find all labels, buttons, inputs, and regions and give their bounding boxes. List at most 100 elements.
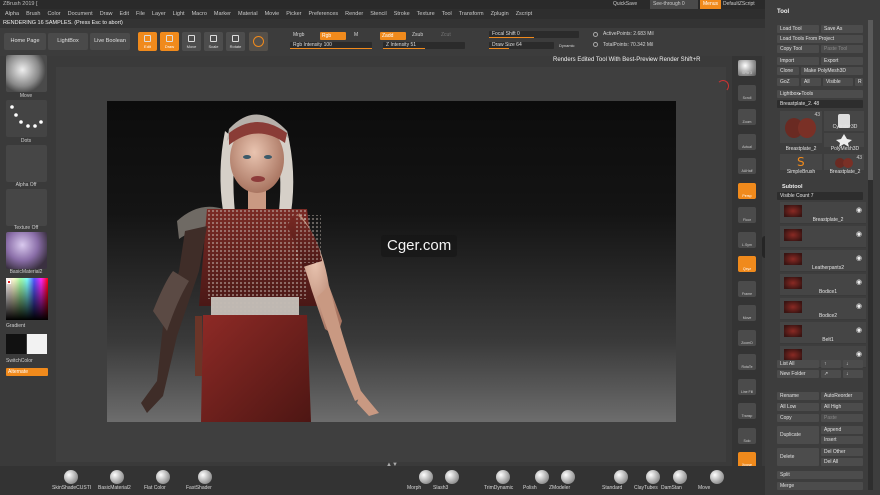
subtool-row[interactable]: ◉ bbox=[780, 226, 866, 248]
menu-layer[interactable]: Layer bbox=[152, 9, 166, 19]
lightbox-tools-button[interactable]: Lightbox▸Tools bbox=[777, 90, 863, 98]
shelf-damstan-label[interactable]: DamStan bbox=[661, 485, 682, 491]
lightbox-button[interactable]: LightBox bbox=[48, 33, 88, 50]
folder-arrow-button[interactable]: ↗ bbox=[821, 370, 841, 378]
insert-button[interactable]: Insert bbox=[821, 436, 863, 444]
all-low-button[interactable]: All Low bbox=[777, 403, 819, 411]
visibility-eye-icon[interactable]: ◉ bbox=[856, 302, 862, 310]
shelf-zmodeler-icon[interactable] bbox=[561, 470, 575, 484]
new-folder-button[interactable]: New Folder bbox=[777, 370, 819, 378]
dynamic-toggle[interactable]: Dynamic bbox=[559, 42, 575, 49]
document-viewport[interactable] bbox=[107, 101, 676, 422]
split-button[interactable]: Split bbox=[777, 471, 863, 479]
m-button[interactable]: M bbox=[354, 32, 358, 39]
shelf-floor[interactable]: Floor bbox=[738, 207, 756, 223]
gizmo-button[interactable] bbox=[249, 32, 268, 51]
stroke-thumbnail[interactable] bbox=[6, 100, 47, 137]
draw-size-slider[interactable]: Draw Size 64 bbox=[489, 42, 554, 49]
all-high-button[interactable]: All High bbox=[821, 403, 863, 411]
zsub-button[interactable]: Zsub bbox=[412, 32, 423, 39]
menu-stencil[interactable]: Stencil bbox=[370, 9, 387, 19]
shelf-skinshadecusti-label[interactable]: SkinShadeCUSTI bbox=[52, 485, 91, 491]
shelf-morph-label[interactable]: Morph bbox=[407, 485, 421, 491]
visibility-eye-icon[interactable]: ◉ bbox=[856, 206, 862, 214]
texture-thumbnail[interactable] bbox=[6, 189, 47, 226]
menu-render[interactable]: Render bbox=[345, 9, 363, 19]
del-other-button[interactable]: Del Other bbox=[821, 448, 863, 456]
tool-thumb-simplebrush[interactable]: S bbox=[780, 154, 822, 170]
move-down-button[interactable]: ↓ bbox=[843, 360, 863, 368]
shelf-l-sym[interactable]: L.Sym bbox=[738, 231, 756, 248]
load-tool-button[interactable]: Load Tool bbox=[777, 25, 819, 33]
autoreorder-button[interactable]: AutoReorder bbox=[821, 392, 863, 400]
secondary-color-swatch[interactable] bbox=[27, 334, 47, 354]
menu-transform[interactable]: Transform bbox=[459, 9, 484, 19]
shelf-actual[interactable]: Actual bbox=[738, 133, 756, 150]
shelf-zoom[interactable]: Zoom bbox=[738, 109, 756, 125]
move-up-button[interactable]: ↑ bbox=[821, 360, 841, 368]
shelf-qxyz[interactable]: Qxyz bbox=[738, 256, 756, 272]
rename-button[interactable]: Rename bbox=[777, 392, 819, 400]
import-button[interactable]: Import bbox=[777, 57, 819, 65]
shelf-claytubes-icon[interactable] bbox=[646, 470, 660, 484]
tool-panel-scroll-thumb[interactable] bbox=[868, 20, 873, 180]
menu-material[interactable]: Material bbox=[238, 9, 258, 19]
menus-button[interactable]: Menus bbox=[700, 0, 721, 9]
subtool-row[interactable]: ◉ Bodice2 bbox=[780, 298, 866, 320]
shelf-move-label[interactable]: Move bbox=[698, 485, 710, 491]
visibility-eye-icon[interactable]: ◉ bbox=[856, 230, 862, 238]
shelf-damstan-icon[interactable] bbox=[673, 470, 687, 484]
del-all-button[interactable]: Del All bbox=[821, 458, 863, 466]
tool-panel-header[interactable]: Tool bbox=[777, 9, 789, 15]
current-tool-slider[interactable]: Breastplate_2. 48 bbox=[777, 100, 863, 108]
shelf-slash3-icon[interactable] bbox=[445, 470, 459, 484]
folder-down-button[interactable]: ↓ bbox=[843, 370, 863, 378]
shelf-claytubes-label[interactable]: ClayTubes bbox=[634, 485, 658, 491]
zcut-button[interactable]: Zcut bbox=[441, 32, 451, 39]
menu-draw[interactable]: Draw bbox=[100, 9, 113, 19]
menu-light[interactable]: Light bbox=[173, 9, 185, 19]
subtool-header[interactable]: Subtool bbox=[782, 184, 802, 190]
tool-thumb-breastplate-2[interactable]: 43 bbox=[824, 154, 864, 170]
shelf-aahalf[interactable]: AAHalf bbox=[738, 158, 756, 174]
subtool-row[interactable]: ◉ Bodice1 bbox=[780, 274, 866, 296]
alpha-thumbnail[interactable] bbox=[6, 145, 47, 182]
shelf-solo[interactable]: Solo bbox=[738, 427, 756, 444]
menu-marker[interactable]: Marker bbox=[214, 9, 231, 19]
shelf-zmodeler-label[interactable]: ZModeler bbox=[549, 485, 570, 491]
switch-color-button[interactable]: SwitchColor bbox=[0, 358, 52, 364]
shelf-basicmaterial2-label[interactable]: BasicMaterial2 bbox=[98, 485, 131, 491]
clone-button[interactable]: Clone bbox=[777, 67, 799, 75]
visible-count-slider[interactable]: Visible Count 7 bbox=[777, 192, 863, 200]
paste-tool-button[interactable]: Paste Tool bbox=[821, 45, 863, 53]
visibility-eye-icon[interactable]: ◉ bbox=[856, 350, 862, 358]
save-as-button[interactable]: Save As bbox=[821, 25, 863, 33]
visibility-eye-icon[interactable]: ◉ bbox=[856, 278, 862, 286]
shelf-scroll[interactable]: Scroll bbox=[738, 84, 756, 101]
shelf-move[interactable]: Move bbox=[738, 305, 756, 321]
shelf-fastshader-label[interactable]: FastShader bbox=[186, 485, 212, 491]
menu-preferences[interactable]: Preferences bbox=[309, 9, 339, 19]
zadd-button[interactable]: Zadd bbox=[380, 32, 406, 40]
brush-thumbnail[interactable] bbox=[6, 55, 47, 92]
copy-tool-button[interactable]: Copy Tool bbox=[777, 45, 819, 53]
menu-macro[interactable]: Macro bbox=[192, 9, 207, 19]
goz-button[interactable]: GoZ bbox=[777, 78, 799, 86]
merge-button[interactable]: Merge bbox=[777, 482, 863, 490]
shelf-morph-icon[interactable] bbox=[419, 470, 433, 484]
color-picker-marker[interactable] bbox=[7, 280, 11, 284]
list-all-button[interactable]: List All bbox=[777, 360, 819, 368]
menu-movie[interactable]: Movie bbox=[265, 9, 280, 19]
shelf-slash3-label[interactable]: Slash3 bbox=[433, 485, 448, 491]
color-picker[interactable] bbox=[6, 278, 48, 320]
subtool-row[interactable]: ◉ Belt1 bbox=[780, 322, 866, 344]
subtool-row[interactable]: ◉ Breastplate_2 bbox=[780, 202, 866, 224]
shelf-trimdynamic-icon[interactable] bbox=[496, 470, 510, 484]
alternate-button[interactable]: Alternate bbox=[6, 368, 48, 376]
shelf-standard-label[interactable]: Standard bbox=[602, 485, 622, 491]
visibility-eye-icon[interactable]: ◉ bbox=[856, 254, 862, 262]
shelf-toggle-icon[interactable]: ▲▼ bbox=[386, 462, 398, 468]
menu-document[interactable]: Document bbox=[68, 9, 93, 19]
menu-color[interactable]: Color bbox=[47, 9, 60, 19]
goz-all-button[interactable]: All bbox=[801, 78, 821, 86]
